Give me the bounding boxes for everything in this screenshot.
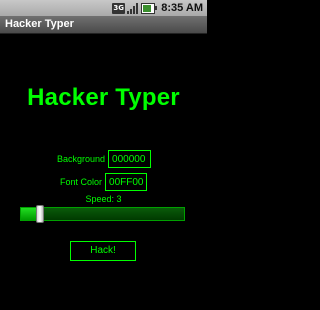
speed-slider[interactable] [20,207,185,221]
battery-icon [141,2,158,14]
hack-button[interactable]: Hack! [70,241,136,261]
status-bar: 3G 8:35 AM [0,0,207,16]
app-screen: 3G 8:35 AM Hacker Typer Hacker Typer Bac… [0,0,207,310]
background-label: Background [57,154,106,164]
page-title: Hacker Typer [27,84,180,111]
clock-time: 8:35 AM [161,2,203,14]
title-bar: Hacker Typer [0,16,207,34]
speed-slider-thumb[interactable] [35,205,44,223]
background-color-field[interactable]: 000000 [108,150,152,168]
background-row: Background 000000 [57,150,152,168]
signal-strength-icon [127,2,139,14]
font-color-field[interactable]: 00FF00 [105,173,148,191]
font-color-row: Font Color 00FF00 [60,173,148,191]
speed-label: Speed: 3 [85,194,122,204]
network-3g-icon: 3G [112,2,126,14]
battery-level [143,4,152,12]
window-title: Hacker Typer [5,18,74,30]
status-icons: 3G 8:35 AM [112,1,203,15]
font-color-label: Font Color [60,177,103,187]
